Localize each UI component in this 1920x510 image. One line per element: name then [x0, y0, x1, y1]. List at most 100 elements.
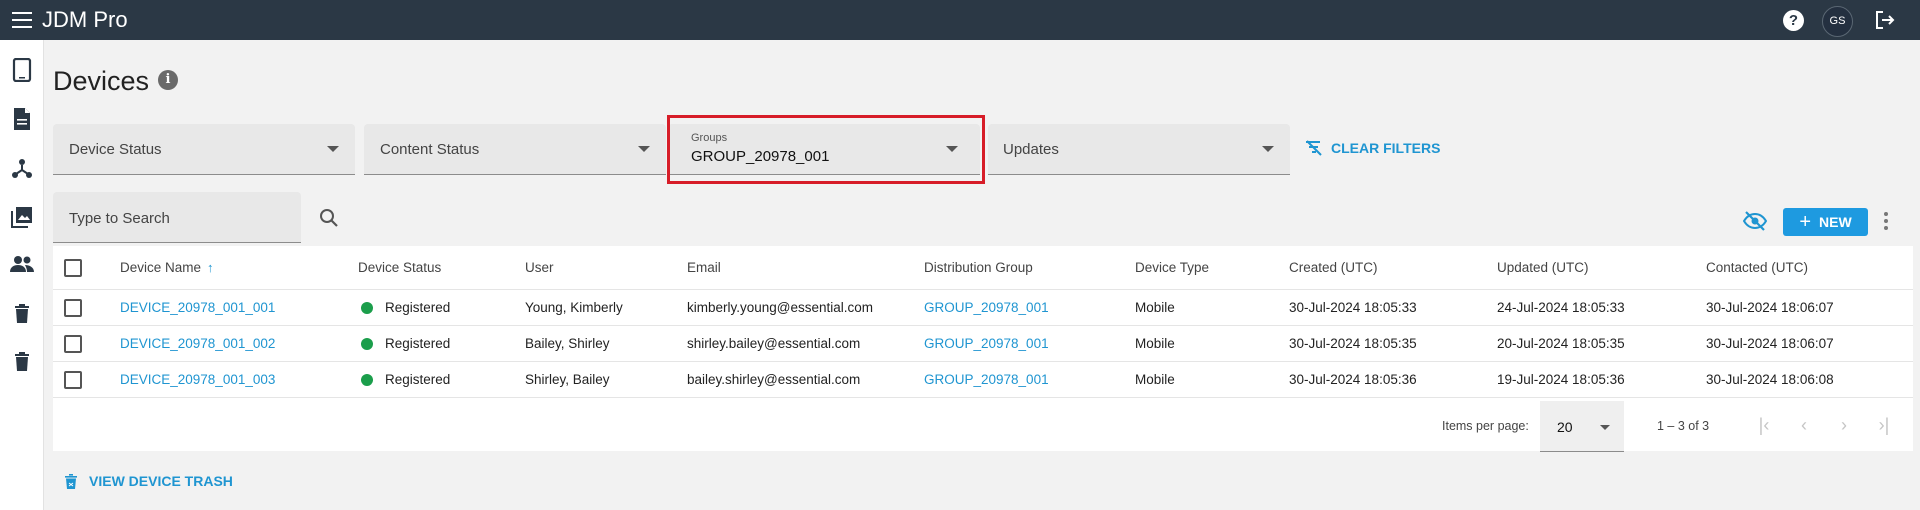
distribution-group-link[interactable]: GROUP_20978_001 — [924, 362, 1049, 397]
tablet-icon[interactable] — [10, 58, 34, 82]
device-status-filter[interactable]: Device Status — [53, 124, 355, 175]
user-avatar[interactable]: GS — [1822, 6, 1853, 37]
images-icon[interactable] — [10, 205, 34, 229]
column-header-device-name[interactable]: Device Name ↑ — [120, 246, 214, 289]
table-row[interactable]: DEVICE_20978_001_003 Registered Shirley,… — [53, 362, 1913, 398]
hub-icon[interactable] — [10, 156, 34, 180]
updates-filter[interactable]: Updates — [988, 124, 1290, 175]
select-all-checkbox[interactable] — [64, 258, 82, 277]
contacted-cell: 30-Jul-2024 18:06:08 — [1706, 372, 1834, 387]
paginator: Items per page: 20 1 – 3 of 3 |‹ ‹ › ›| — [53, 399, 1913, 452]
new-button-label: NEW — [1819, 214, 1852, 230]
search-input[interactable] — [69, 207, 259, 229]
top-bar: JDM Pro ? GS — [0, 0, 1920, 40]
column-header-user[interactable]: User — [525, 246, 554, 289]
device-status-text: Registered — [385, 300, 451, 315]
sort-ascending-icon[interactable]: ↑ — [207, 260, 214, 275]
row-select-cell — [64, 362, 82, 397]
clear-filters-label: CLEAR FILTERS — [1331, 140, 1441, 156]
row-checkbox[interactable] — [64, 298, 82, 317]
first-page-icon[interactable]: |‹ — [1754, 415, 1774, 435]
plus-icon: + — [1799, 211, 1811, 233]
device-status-cell: Registered — [361, 326, 450, 361]
device-status-filter-label: Device Status — [69, 141, 162, 158]
clear-filters-button[interactable]: CLEAR FILTERS — [1305, 140, 1440, 156]
contacted-cell: 30-Jul-2024 18:06:07 — [1706, 300, 1834, 315]
column-header-email[interactable]: Email — [687, 246, 721, 289]
chevron-down-icon — [1262, 146, 1274, 152]
updated-cell: 24-Jul-2024 18:05:33 — [1497, 300, 1625, 315]
row-select-cell — [64, 290, 82, 325]
device-name-link[interactable]: DEVICE_20978_001_001 — [120, 290, 275, 325]
trash-icon[interactable] — [10, 301, 34, 325]
column-header-distribution-group[interactable]: Distribution Group — [924, 246, 1033, 289]
distribution-group-link[interactable]: GROUP_20978_001 — [924, 290, 1049, 325]
table-row[interactable]: DEVICE_20978_001_002 Registered Bailey, … — [53, 326, 1913, 362]
updated-cell: 20-Jul-2024 18:05:35 — [1497, 336, 1625, 351]
user-cell: Bailey, Shirley — [525, 336, 610, 351]
device-status-cell: Registered — [361, 362, 450, 397]
column-header-created[interactable]: Created (UTC) — [1289, 246, 1378, 289]
status-dot-icon — [361, 337, 373, 350]
email-cell: shirley.bailey@essential.com — [687, 336, 861, 351]
table-header-row: Device Name ↑ Device Status User Email D… — [53, 246, 1913, 290]
page-range-label: 1 – 3 of 3 — [1657, 419, 1710, 433]
more-vert-icon[interactable] — [1883, 212, 1889, 232]
menu-icon[interactable] — [12, 12, 32, 28]
app-title: JDM Pro — [42, 7, 128, 32]
column-header-contacted[interactable]: Contacted (UTC) — [1706, 246, 1808, 289]
visibility-off-icon[interactable] — [1742, 210, 1768, 237]
user-cell: Young, Kimberly — [525, 300, 623, 315]
logout-icon[interactable] — [1874, 10, 1896, 30]
page-title: Devices — [53, 66, 150, 96]
info-icon[interactable]: i — [158, 70, 178, 90]
column-header-updated[interactable]: Updated (UTC) — [1497, 246, 1589, 289]
updated-cell: 19-Jul-2024 18:05:36 — [1497, 372, 1625, 387]
filter-off-icon — [1306, 140, 1322, 156]
distribution-group-link[interactable]: GROUP_20978_001 — [924, 326, 1049, 361]
view-device-trash-button[interactable]: VIEW DEVICE TRASH — [65, 473, 233, 489]
people-icon[interactable] — [10, 252, 34, 276]
row-checkbox[interactable] — [64, 370, 82, 389]
device-status-text: Registered — [385, 372, 451, 387]
device-name-link[interactable]: DEVICE_20978_001_002 — [120, 326, 275, 361]
devices-table: Device Name ↑ Device Status User Email D… — [53, 246, 1913, 452]
device-name-header-label: Device Name — [120, 260, 202, 275]
select-all-cell — [64, 246, 82, 289]
items-per-page-label: Items per page: — [1442, 419, 1529, 433]
chevron-down-icon — [638, 146, 650, 152]
created-cell: 30-Jul-2024 18:05:35 — [1289, 336, 1417, 351]
search-icon[interactable] — [319, 208, 339, 228]
page-size-select[interactable]: 20 — [1540, 401, 1624, 452]
user-cell: Shirley, Bailey — [525, 372, 610, 387]
row-checkbox[interactable] — [64, 334, 82, 353]
device-status-text: Registered — [385, 336, 451, 351]
document-icon[interactable] — [10, 107, 34, 131]
status-dot-icon — [361, 301, 373, 314]
column-header-device-type[interactable]: Device Type — [1135, 246, 1209, 289]
chevron-down-icon — [327, 146, 339, 152]
highlight-box — [667, 115, 985, 184]
trash-icon[interactable] — [10, 349, 34, 373]
created-cell: 30-Jul-2024 18:05:33 — [1289, 300, 1417, 315]
last-page-icon[interactable]: ›| — [1874, 415, 1894, 435]
device-name-link[interactable]: DEVICE_20978_001_003 — [120, 362, 275, 397]
trash-icon — [65, 473, 77, 489]
search-field[interactable] — [53, 192, 338, 243]
email-cell: kimberly.young@essential.com — [687, 300, 874, 315]
help-icon[interactable]: ? — [1783, 10, 1804, 31]
view-device-trash-label: VIEW DEVICE TRASH — [89, 473, 233, 489]
page-size-value: 20 — [1557, 419, 1573, 435]
content-status-filter[interactable]: Content Status — [364, 124, 666, 175]
updates-filter-label: Updates — [1003, 141, 1059, 158]
new-button[interactable]: + NEW — [1783, 208, 1868, 236]
previous-page-icon[interactable]: ‹ — [1794, 415, 1814, 435]
row-select-cell — [64, 326, 82, 361]
device-type-cell: Mobile — [1135, 372, 1175, 387]
device-status-cell: Registered — [361, 290, 450, 325]
status-dot-icon — [361, 373, 373, 386]
table-row[interactable]: DEVICE_20978_001_001 Registered Young, K… — [53, 290, 1913, 326]
column-header-device-status[interactable]: Device Status — [358, 246, 441, 289]
device-type-cell: Mobile — [1135, 336, 1175, 351]
next-page-icon[interactable]: › — [1834, 415, 1854, 435]
